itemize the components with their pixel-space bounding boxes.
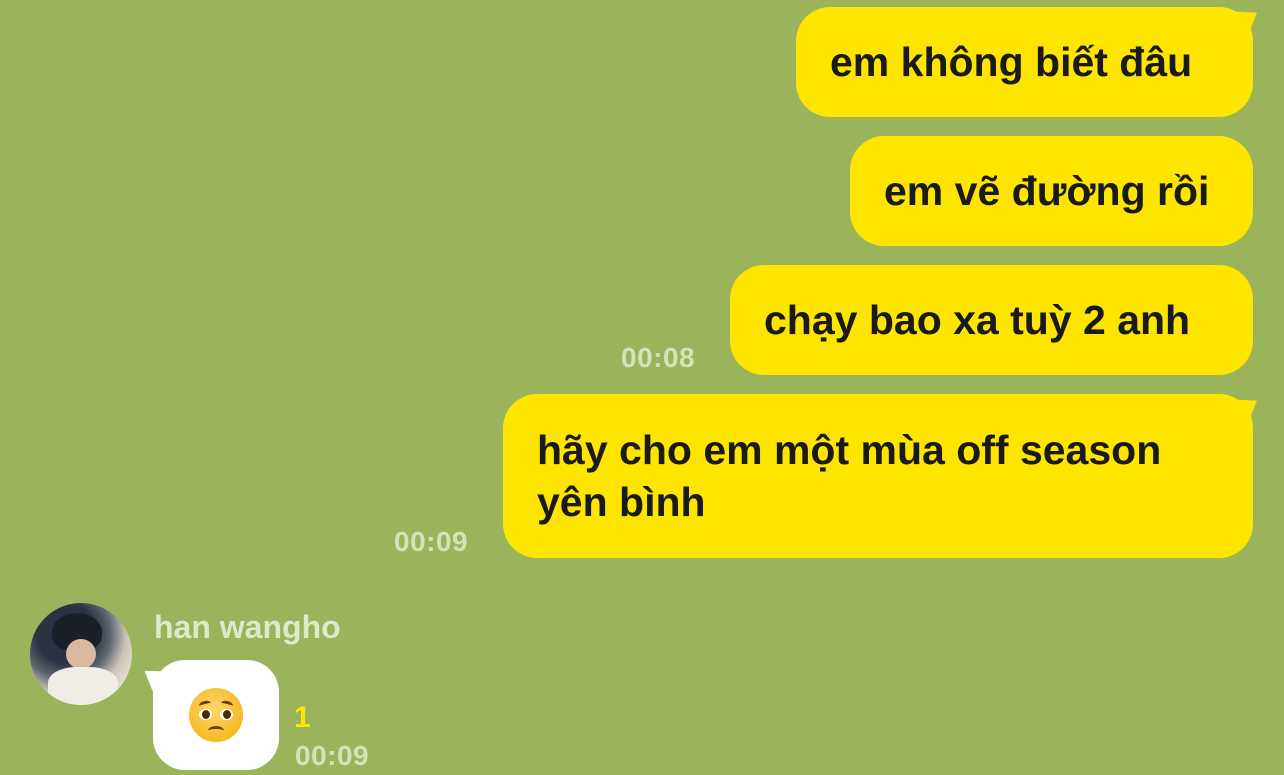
unread-count: 1: [294, 701, 311, 734]
outgoing-message-bubble[interactable]: hãy cho em một mùa off season yên bình: [503, 394, 1253, 558]
message-text: hãy cho em một mùa off season yên bình: [537, 427, 1162, 525]
outgoing-message-bubble[interactable]: em không biết đâu: [796, 7, 1253, 117]
sender-name[interactable]: han wangho: [154, 609, 341, 646]
outgoing-message-bubble[interactable]: em vẽ đường rồi: [850, 136, 1253, 246]
message-timestamp: 00:09: [295, 740, 370, 771]
sender-avatar[interactable]: [30, 603, 132, 705]
pleading-face-emoji-icon: [189, 688, 243, 742]
message-text: chạy bao xa tuỳ 2 anh: [764, 297, 1191, 343]
outgoing-message-bubble[interactable]: chạy bao xa tuỳ 2 anh: [730, 265, 1253, 375]
message-text: em vẽ đường rồi: [884, 168, 1210, 214]
chat-view: em không biết đâu em vẽ đường rồi chạy b…: [0, 0, 1284, 775]
message-timestamp: 00:09: [394, 526, 469, 557]
message-text: em không biết đâu: [830, 39, 1193, 85]
incoming-message-bubble[interactable]: [153, 660, 279, 770]
message-timestamp: 00:08: [621, 342, 696, 373]
